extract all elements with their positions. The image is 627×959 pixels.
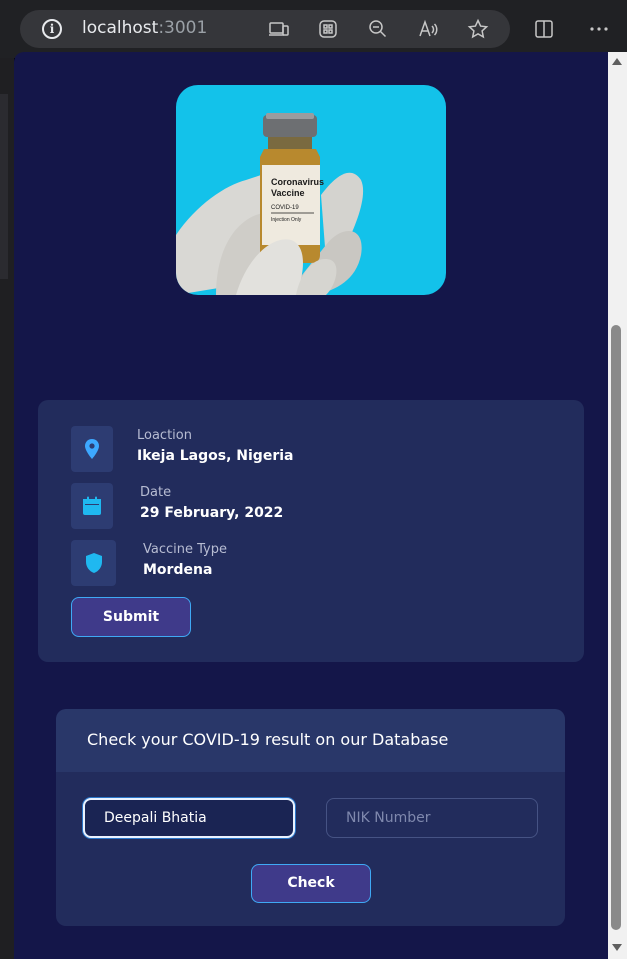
location-label: Loaction: [137, 428, 192, 443]
scroll-up-arrow-icon[interactable]: [612, 58, 622, 65]
info-icon[interactable]: i: [42, 19, 62, 39]
vaccine-hero-image: Coronavirus Vaccine COVID-19 Injection O…: [176, 85, 446, 295]
page-viewport: Coronavirus Vaccine COVID-19 Injection O…: [14, 52, 608, 959]
vial-label-line-1: Coronavirus: [271, 177, 324, 187]
vial-label-line-3: COVID-19: [271, 205, 299, 211]
location-value: Ikeja Lagos, Nigeria: [137, 448, 294, 464]
date-label: Date: [140, 485, 172, 500]
read-aloud-icon[interactable]: [417, 18, 439, 40]
covid-check-card: Check your COVID-19 result on our Databa…: [56, 709, 565, 926]
zoom-out-icon[interactable]: [367, 18, 389, 40]
date-row: Date 29 February, 2022: [71, 483, 371, 529]
window-edge-block: [0, 94, 8, 279]
date-value: 29 February, 2022: [140, 505, 284, 521]
url-port: :3001: [158, 18, 208, 38]
more-icon[interactable]: [588, 18, 610, 40]
vaccine-type-value: Mordena: [143, 562, 213, 578]
vertical-scrollbar[interactable]: [608, 52, 627, 959]
vaccine-type-label: Vaccine Type: [143, 542, 227, 557]
browser-toolbar: i localhost:3001: [0, 0, 627, 58]
url-host: localhost: [82, 18, 159, 38]
split-screen-icon[interactable]: [533, 18, 555, 40]
nik-number-input[interactable]: [326, 798, 538, 838]
check-button[interactable]: Check: [251, 864, 371, 903]
check-card-header: Check your COVID-19 result on our Databa…: [56, 709, 565, 772]
vaccine-vial-illustration: Coronavirus Vaccine COVID-19 Injection O…: [176, 113, 364, 295]
favorite-star-icon[interactable]: [467, 18, 489, 40]
check-card-title: Check your COVID-19 result on our Databa…: [87, 730, 449, 749]
shield-icon: [71, 540, 116, 586]
device-icon[interactable]: [268, 18, 290, 40]
calendar-icon: [71, 483, 113, 529]
vaccination-info-card: Loaction Ikeja Lagos, Nigeria Date 29 Fe…: [38, 400, 584, 662]
url-text[interactable]: localhost:3001: [82, 18, 207, 38]
scroll-down-arrow-icon[interactable]: [612, 944, 622, 951]
vial-label-line-4: Injection Only: [271, 217, 302, 223]
submit-button[interactable]: Submit: [71, 597, 191, 637]
name-input[interactable]: [83, 798, 295, 838]
apps-icon[interactable]: [317, 18, 339, 40]
scrollbar-thumb[interactable]: [611, 325, 621, 930]
window-edge: [0, 58, 14, 959]
location-pin-icon: [71, 426, 113, 472]
vaccine-type-row: Vaccine Type Mordena: [71, 540, 371, 586]
vial-label-line-2: Vaccine: [271, 188, 305, 198]
location-row: Loaction Ikeja Lagos, Nigeria: [71, 426, 371, 472]
